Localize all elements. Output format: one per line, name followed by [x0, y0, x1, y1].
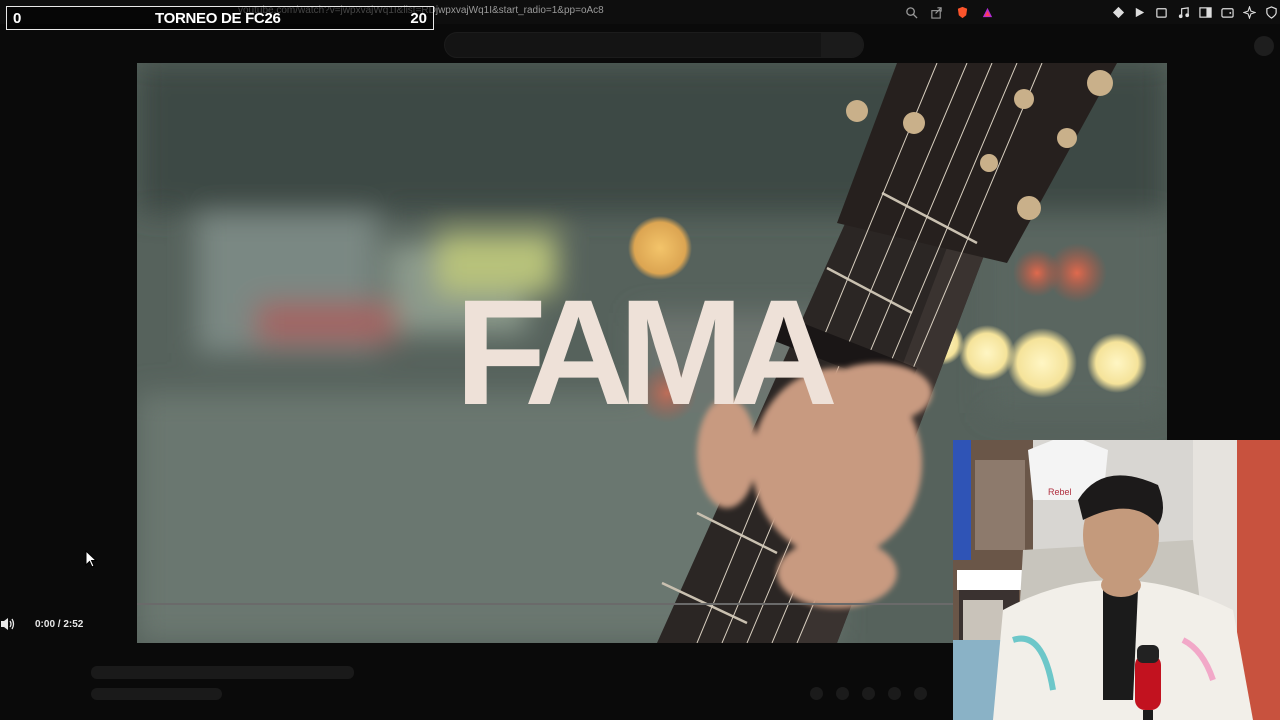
share-icon[interactable] — [929, 5, 943, 19]
action-placeholder — [888, 687, 901, 700]
scoreboard-title: TORNEO DE FC26 — [155, 10, 281, 27]
search-bar-placeholder[interactable] — [444, 32, 864, 58]
rewards-icon[interactable] — [980, 5, 994, 19]
subtitle-placeholder — [91, 688, 222, 700]
video-time: 0:00 / 2:52 — [35, 619, 84, 630]
action-placeholder — [914, 687, 927, 700]
svg-text:Rebel: Rebel — [1048, 487, 1072, 497]
webcam-image: Rebel — [953, 440, 1280, 720]
search-button[interactable] — [821, 33, 863, 57]
brave-shield-icon[interactable] — [955, 5, 969, 19]
video-title-overlay: FAMA — [455, 268, 838, 436]
avatar[interactable] — [1254, 36, 1274, 56]
volume-icon[interactable] — [0, 616, 16, 632]
play-icon[interactable] — [1132, 5, 1146, 19]
leo-icon[interactable] — [1242, 5, 1256, 19]
right-score: 20 — [410, 10, 427, 27]
action-placeholder — [836, 687, 849, 700]
search-icon[interactable] — [904, 5, 918, 19]
action-placeholder — [810, 687, 823, 700]
webcam-overlay: Rebel — [953, 440, 1280, 720]
puzzle-icon[interactable] — [1154, 5, 1168, 19]
video-progress-bar[interactable] — [137, 603, 957, 605]
action-placeholder — [862, 687, 875, 700]
extension-icon[interactable] — [1111, 5, 1125, 19]
vpn-icon[interactable] — [1264, 5, 1278, 19]
sidebar-icon[interactable] — [1198, 5, 1212, 19]
scoreboard-overlay: 0 TORNEO DE FC26 20 — [6, 6, 434, 30]
wallet-icon[interactable] — [1220, 5, 1234, 19]
music-icon[interactable] — [1176, 5, 1190, 19]
title-placeholder — [91, 666, 354, 679]
mouse-cursor-icon — [85, 549, 98, 568]
left-score: 0 — [13, 10, 22, 27]
